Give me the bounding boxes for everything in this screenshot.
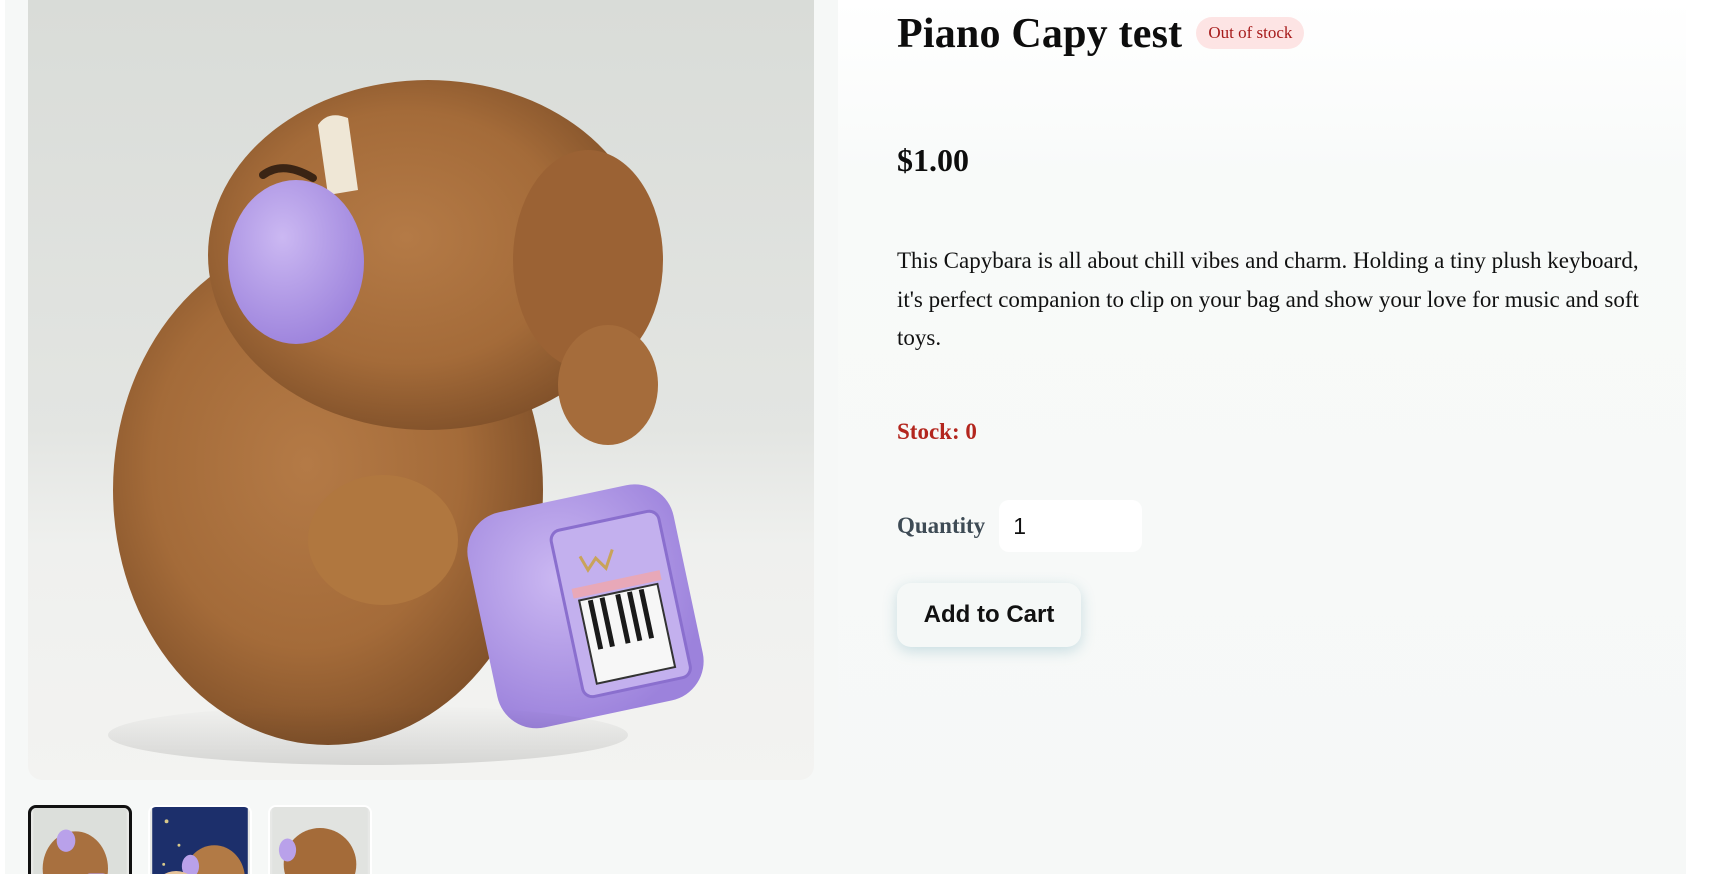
add-to-cart-button[interactable]: Add to Cart (897, 583, 1081, 647)
quantity-label: Quantity (897, 513, 986, 538)
thumbnail-1[interactable] (28, 805, 132, 874)
product-gallery (5, 0, 838, 874)
thumbnail-2[interactable] (148, 805, 252, 874)
thumbnail-strip (28, 805, 372, 874)
thumbnail-capybara-side-icon (33, 808, 127, 874)
product-description: This Capybara is all about chill vibes a… (897, 248, 1639, 350)
capybara-plush-illustration (108, 80, 704, 765)
thumbnail-3[interactable] (268, 805, 372, 874)
right-edge (1686, 0, 1726, 874)
quantity-row: Quantity (897, 500, 1143, 552)
title-row: Piano Capy test Out of stock (897, 10, 1305, 58)
product-price: $1.00 (897, 142, 969, 178)
main-product-image[interactable] (28, 0, 814, 780)
stock-status-badge: Out of stock (1196, 17, 1305, 49)
product-page: Piano Capy test Out of stock $1.00 This … (0, 0, 1726, 874)
thumbnail-capybara-blue-icon (152, 807, 248, 874)
product-title: Piano Capy test (897, 11, 1183, 57)
product-details: Piano Capy test Out of stock $1.00 This … (838, 0, 1686, 874)
quantity-input[interactable] (999, 500, 1143, 552)
thumbnail-capybara-back-icon (272, 807, 368, 874)
stock-count: Stock: 0 (897, 419, 977, 444)
